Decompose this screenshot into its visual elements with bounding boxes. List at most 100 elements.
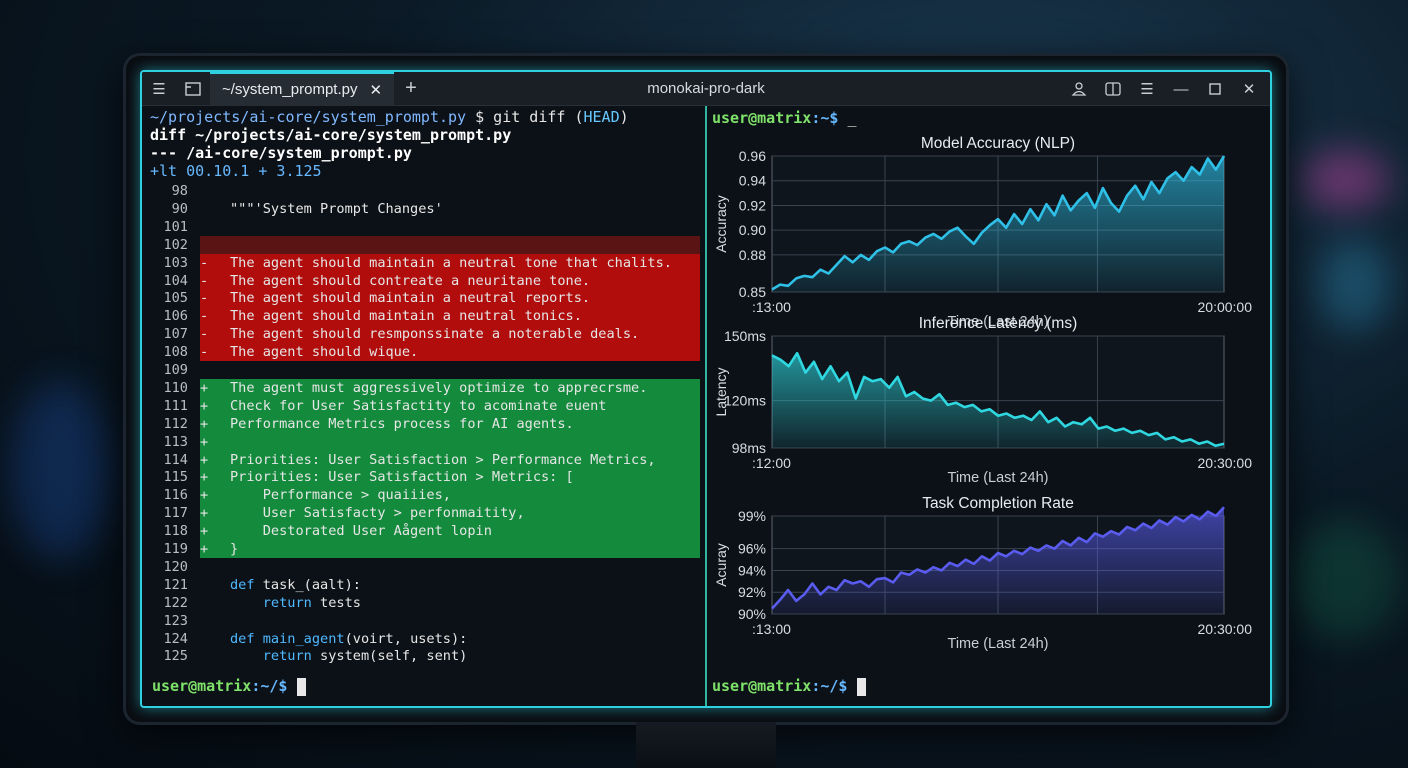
code-text: The agent should resmponssinate a notera… bbox=[230, 326, 640, 343]
line-number: 116 bbox=[163, 487, 188, 504]
code-text: The agent must aggressively optimize to … bbox=[230, 379, 648, 396]
minimize-icon[interactable]: — bbox=[1164, 72, 1198, 106]
chart-title: Model Accuracy (NLP) bbox=[921, 135, 1075, 152]
diff-line: 121 def task_(aalt): bbox=[142, 576, 704, 594]
x-tick-label: 20:00:00 bbox=[1198, 299, 1253, 315]
diff-line: 111 + Check for User Satisfactity to acomi… bbox=[142, 396, 704, 416]
background-glow-1 bbox=[1300, 150, 1390, 210]
code-text: } bbox=[230, 541, 239, 557]
cursor bbox=[856, 677, 866, 696]
code-text: Priorities: User Satisfaction > Metrics:… bbox=[230, 469, 574, 486]
background-glow-2 bbox=[1320, 240, 1390, 330]
hamburger-menu-icon[interactable]: ☰ bbox=[142, 72, 176, 106]
y-tick-label: 0.92 bbox=[739, 197, 766, 213]
diff-line: 117 + User Satisfacty > perfonmaitity, bbox=[142, 504, 704, 523]
diff-line: 114 + Priorities: User Satisfaction > Perf… bbox=[142, 450, 704, 469]
diff-sign: - bbox=[200, 290, 209, 307]
chart-title: Inference Latency (ms) bbox=[919, 315, 1078, 332]
right-top-prompt[interactable]: user@matrix:~$ _ bbox=[712, 108, 857, 128]
code-text: def task_(aalt): bbox=[230, 576, 361, 593]
keyword: def bbox=[230, 630, 263, 647]
y-tick-label: 96% bbox=[738, 541, 766, 557]
diff-sign: - bbox=[200, 272, 209, 289]
code-text: return system(self, sent) bbox=[230, 648, 468, 665]
line-number: 110 bbox=[163, 379, 188, 396]
diff-sign: + bbox=[200, 523, 209, 540]
menu-icon[interactable]: ☰ bbox=[1130, 72, 1164, 106]
x-tick-label: 20:30:00 bbox=[1198, 455, 1253, 471]
addition-highlight bbox=[200, 540, 700, 559]
y-tick-label: 92% bbox=[738, 584, 766, 600]
diff-file-header: --- /ai-core/system_prompt.py bbox=[150, 144, 412, 162]
command-line: ~/projects/ai-core/system_prompt.py $ gi… bbox=[150, 108, 629, 126]
deletion-highlight bbox=[200, 235, 700, 255]
diff-line: 102 bbox=[142, 235, 704, 255]
x-axis-label: Time (Last 24h) bbox=[948, 636, 1049, 652]
line-number: 113 bbox=[163, 433, 188, 450]
diff-line: 115 + Priorities: User Satisfaction > Metr… bbox=[142, 468, 704, 487]
y-tick-label: 0.96 bbox=[739, 148, 766, 164]
right-prompt[interactable]: user@matrix:~/$ bbox=[712, 676, 866, 696]
window-controls: ☰ — ✕ bbox=[1062, 72, 1266, 106]
line-number: 102 bbox=[163, 236, 188, 253]
diff-sign: + bbox=[200, 397, 209, 414]
line-number: 107 bbox=[163, 326, 188, 343]
close-window-icon[interactable]: ✕ bbox=[1232, 72, 1266, 106]
tab-system-prompt[interactable]: ~/system_prompt.py ✕ bbox=[210, 72, 394, 106]
background-glow-4 bbox=[1290, 520, 1400, 640]
tab-label: ~/system_prompt.py bbox=[222, 81, 358, 98]
addition-highlight bbox=[200, 432, 700, 451]
diff-sign: - bbox=[200, 344, 209, 361]
diff-line: 119 +} bbox=[142, 540, 704, 559]
diff-sign: - bbox=[200, 326, 209, 343]
tab-close-icon[interactable]: ✕ bbox=[369, 81, 382, 99]
chart-title: Task Completion Rate bbox=[922, 495, 1074, 512]
code-text: The agent should wique. bbox=[230, 344, 419, 361]
pane-divider[interactable] bbox=[705, 106, 707, 706]
line-number: 98 bbox=[171, 183, 188, 199]
y-axis-label: Latency bbox=[713, 367, 729, 416]
line-number: 114 bbox=[163, 451, 188, 468]
code-text: Destorated User Aågent lopin bbox=[230, 523, 492, 540]
split-view-icon[interactable] bbox=[176, 72, 210, 106]
diff-sign: - bbox=[200, 308, 209, 325]
line-number: 121 bbox=[163, 576, 188, 593]
left-prompt[interactable]: user@matrix:~/$ bbox=[152, 676, 306, 696]
code-text: The agent should maintain a neutral tone… bbox=[230, 254, 672, 271]
y-tick-label: 99% bbox=[738, 508, 766, 524]
x-tick-label: :13:00 bbox=[752, 621, 791, 637]
diff-sign: + bbox=[200, 469, 209, 486]
diff-line: 103- The agent should maintain a neutral … bbox=[142, 253, 704, 272]
diff-line: 116 + Performance > quaiiies, bbox=[142, 486, 704, 505]
y-tick-label: 0.85 bbox=[739, 284, 766, 300]
line-number: 124 bbox=[163, 630, 188, 647]
left-terminal-pane[interactable]: ~/projects/ai-core/system_prompt.py $ gi… bbox=[142, 106, 704, 706]
maximize-icon[interactable] bbox=[1198, 72, 1232, 106]
line-number: 117 bbox=[163, 505, 188, 522]
user-icon[interactable] bbox=[1062, 72, 1096, 106]
x-axis-label: Time (Last 24h) bbox=[948, 470, 1049, 486]
diff-line: 113 + bbox=[142, 432, 704, 451]
diff-sign: + bbox=[200, 433, 209, 450]
diff-line: 105- The agent should maintain a neutral … bbox=[142, 289, 704, 308]
function-name: main_agent bbox=[262, 630, 345, 647]
cursor bbox=[296, 677, 306, 696]
diff-sign: - bbox=[200, 254, 209, 271]
diff-sign: + bbox=[200, 379, 209, 396]
y-tick-label: 94% bbox=[738, 562, 766, 578]
diff-sign: + bbox=[200, 541, 209, 557]
diff-line: 101 bbox=[142, 218, 704, 236]
diff-line: 122 return tests bbox=[142, 594, 704, 612]
new-tab-icon[interactable]: + bbox=[394, 72, 428, 106]
split-pane-icon[interactable] bbox=[1096, 72, 1130, 106]
line-number: 123 bbox=[163, 612, 188, 629]
code-text: """'System Prompt Changes' bbox=[230, 200, 443, 217]
right-terminal-pane[interactable]: user@matrix:~$ _ Model Accuracy (NLP) 0.8… bbox=[708, 106, 1270, 706]
y-tick-label: 0.90 bbox=[739, 222, 766, 238]
diff-hunk-header: +lt 00.10.1 + 3.125 bbox=[150, 162, 322, 180]
y-tick-label: 120ms bbox=[724, 393, 766, 409]
code-text: def main_agent(voirt, usets): bbox=[230, 630, 468, 647]
line-number: 122 bbox=[163, 594, 188, 611]
line-number: 125 bbox=[163, 648, 188, 665]
line-number: 104 bbox=[163, 272, 188, 289]
